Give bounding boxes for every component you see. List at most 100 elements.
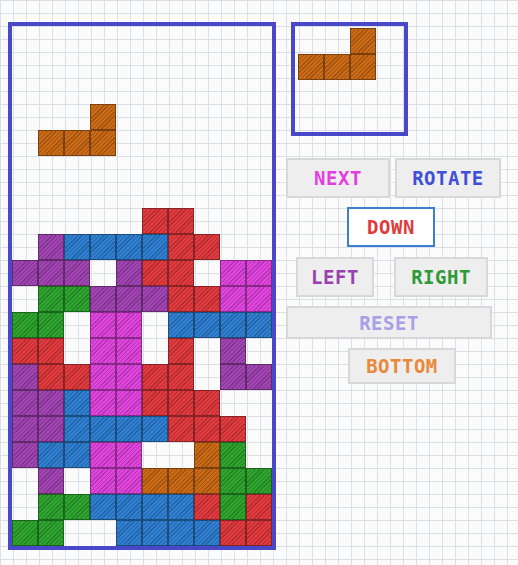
empty-cell [194, 78, 220, 104]
empty-cell [64, 520, 90, 546]
button-row: RESET [286, 306, 506, 339]
empty-cell [142, 104, 168, 130]
button-row: NEXTROTATE [286, 158, 506, 198]
bottom-button[interactable]: BOTTOM [348, 348, 456, 384]
left-button[interactable]: LEFT [296, 257, 374, 297]
block-cell [142, 416, 168, 442]
empty-cell [194, 364, 220, 390]
block-cell [64, 442, 90, 468]
block-cell [90, 130, 116, 156]
empty-cell [12, 286, 38, 312]
block-cell [142, 260, 168, 286]
block-cell [38, 468, 64, 494]
empty-cell [246, 208, 272, 234]
empty-cell [142, 130, 168, 156]
empty-cell [116, 156, 142, 182]
next-preview [291, 22, 408, 136]
block-cell [246, 286, 272, 312]
empty-cell [64, 104, 90, 130]
block-cell [168, 338, 194, 364]
block-cell [246, 260, 272, 286]
block-cell [64, 286, 90, 312]
empty-cell [12, 130, 38, 156]
block-cell [220, 364, 246, 390]
block-cell [64, 234, 90, 260]
block-cell [90, 494, 116, 520]
empty-cell [168, 156, 194, 182]
empty-cell [324, 28, 350, 54]
block-cell [220, 260, 246, 286]
empty-cell [12, 156, 38, 182]
right-button[interactable]: RIGHT [394, 257, 488, 297]
empty-cell [64, 208, 90, 234]
empty-cell [168, 52, 194, 78]
block-cell [168, 494, 194, 520]
empty-cell [12, 182, 38, 208]
reset-button[interactable]: RESET [286, 306, 492, 339]
block-cell [12, 442, 38, 468]
block-cell [246, 468, 272, 494]
empty-cell [246, 26, 272, 52]
empty-cell [90, 520, 116, 546]
down-button[interactable]: DOWN [347, 207, 435, 247]
next-button[interactable]: NEXT [286, 158, 390, 198]
control-panel: NEXTROTATE DOWN LEFT RIGHT RESET BOTTOM [286, 22, 506, 550]
empty-cell [64, 52, 90, 78]
block-cell [142, 468, 168, 494]
empty-cell [116, 130, 142, 156]
empty-cell [142, 26, 168, 52]
block-cell [64, 130, 90, 156]
block-cell [220, 416, 246, 442]
block-cell [168, 260, 194, 286]
empty-cell [64, 26, 90, 52]
block-cell [116, 520, 142, 546]
block-cell [142, 286, 168, 312]
empty-cell [38, 208, 64, 234]
block-cell [90, 364, 116, 390]
block-cell [194, 442, 220, 468]
empty-cell [194, 26, 220, 52]
empty-cell [168, 130, 194, 156]
empty-cell [64, 78, 90, 104]
empty-cell [194, 182, 220, 208]
block-cell [350, 28, 376, 54]
empty-cell [38, 52, 64, 78]
block-cell [116, 442, 142, 468]
empty-cell [220, 26, 246, 52]
block-cell [90, 416, 116, 442]
empty-cell [12, 234, 38, 260]
empty-cell [90, 208, 116, 234]
block-cell [64, 364, 90, 390]
block-cell [12, 416, 38, 442]
block-cell [194, 286, 220, 312]
block-cell [220, 494, 246, 520]
block-cell [168, 364, 194, 390]
block-cell [220, 338, 246, 364]
empty-cell [38, 104, 64, 130]
empty-cell [246, 234, 272, 260]
block-cell [12, 390, 38, 416]
block-cell [324, 54, 350, 80]
block-cell [116, 312, 142, 338]
empty-cell [220, 182, 246, 208]
empty-cell [220, 52, 246, 78]
button-row: DOWN [347, 207, 506, 247]
block-cell [194, 416, 220, 442]
block-cell [116, 364, 142, 390]
block-cell [246, 494, 272, 520]
empty-cell [220, 78, 246, 104]
empty-cell [194, 260, 220, 286]
empty-cell [116, 104, 142, 130]
block-cell [116, 286, 142, 312]
block-cell [90, 468, 116, 494]
block-cell [38, 130, 64, 156]
empty-cell [142, 442, 168, 468]
empty-cell [90, 260, 116, 286]
block-cell [38, 234, 64, 260]
rotate-button[interactable]: ROTATE [395, 158, 501, 198]
block-cell [12, 364, 38, 390]
block-cell [168, 234, 194, 260]
block-cell [194, 312, 220, 338]
block-cell [38, 338, 64, 364]
empty-cell [38, 182, 64, 208]
